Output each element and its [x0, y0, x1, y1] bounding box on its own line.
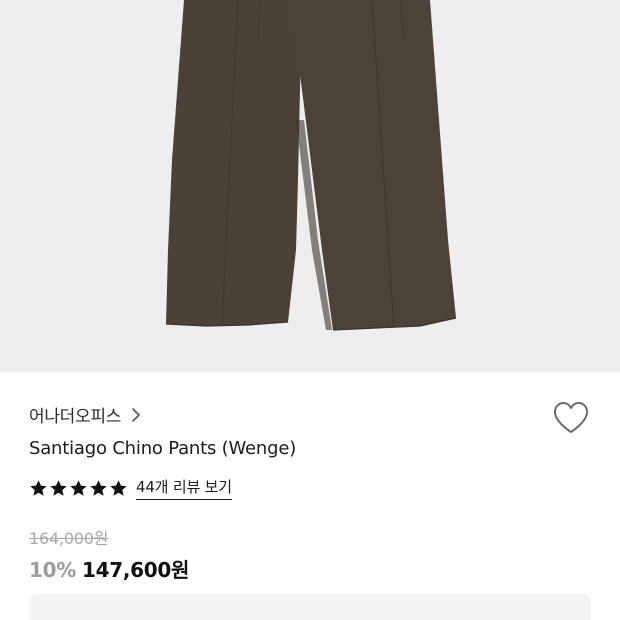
rating-row: 44개 리뷰 보기 [29, 476, 232, 500]
sale-price: 147,600원 [81, 558, 190, 582]
star-filled-icon [90, 479, 107, 496]
info-banner [29, 594, 591, 620]
star-filled-icon [110, 479, 127, 496]
star-filled-icon [70, 479, 87, 496]
brand-link[interactable]: 어나더오피스 [29, 402, 141, 427]
star-rating [29, 479, 128, 498]
chevron-right-icon [132, 407, 140, 422]
original-price: 164,000원 [29, 529, 109, 548]
star-filled-icon [30, 479, 47, 496]
product-title: Santiago Chino Pants (Wenge) [29, 438, 297, 459]
sale-price-row: 10% 147,600원 [29, 554, 189, 583]
star-filled-icon [50, 479, 67, 496]
review-link[interactable]: 44개 리뷰 보기 [136, 476, 232, 500]
discount-rate: 10% [29, 558, 76, 582]
brand-name[interactable]: 어나더오피스 [29, 402, 121, 427]
product-image[interactable] [0, 0, 620, 372]
right-leg [290, 0, 456, 330]
product-info: 어나더오피스 Santiago Chino Pants (Wenge) 44개 … [0, 372, 620, 620]
left-leg [166, 0, 302, 326]
pants-illustration [165, 0, 457, 331]
heart-outline-icon[interactable] [552, 400, 590, 436]
